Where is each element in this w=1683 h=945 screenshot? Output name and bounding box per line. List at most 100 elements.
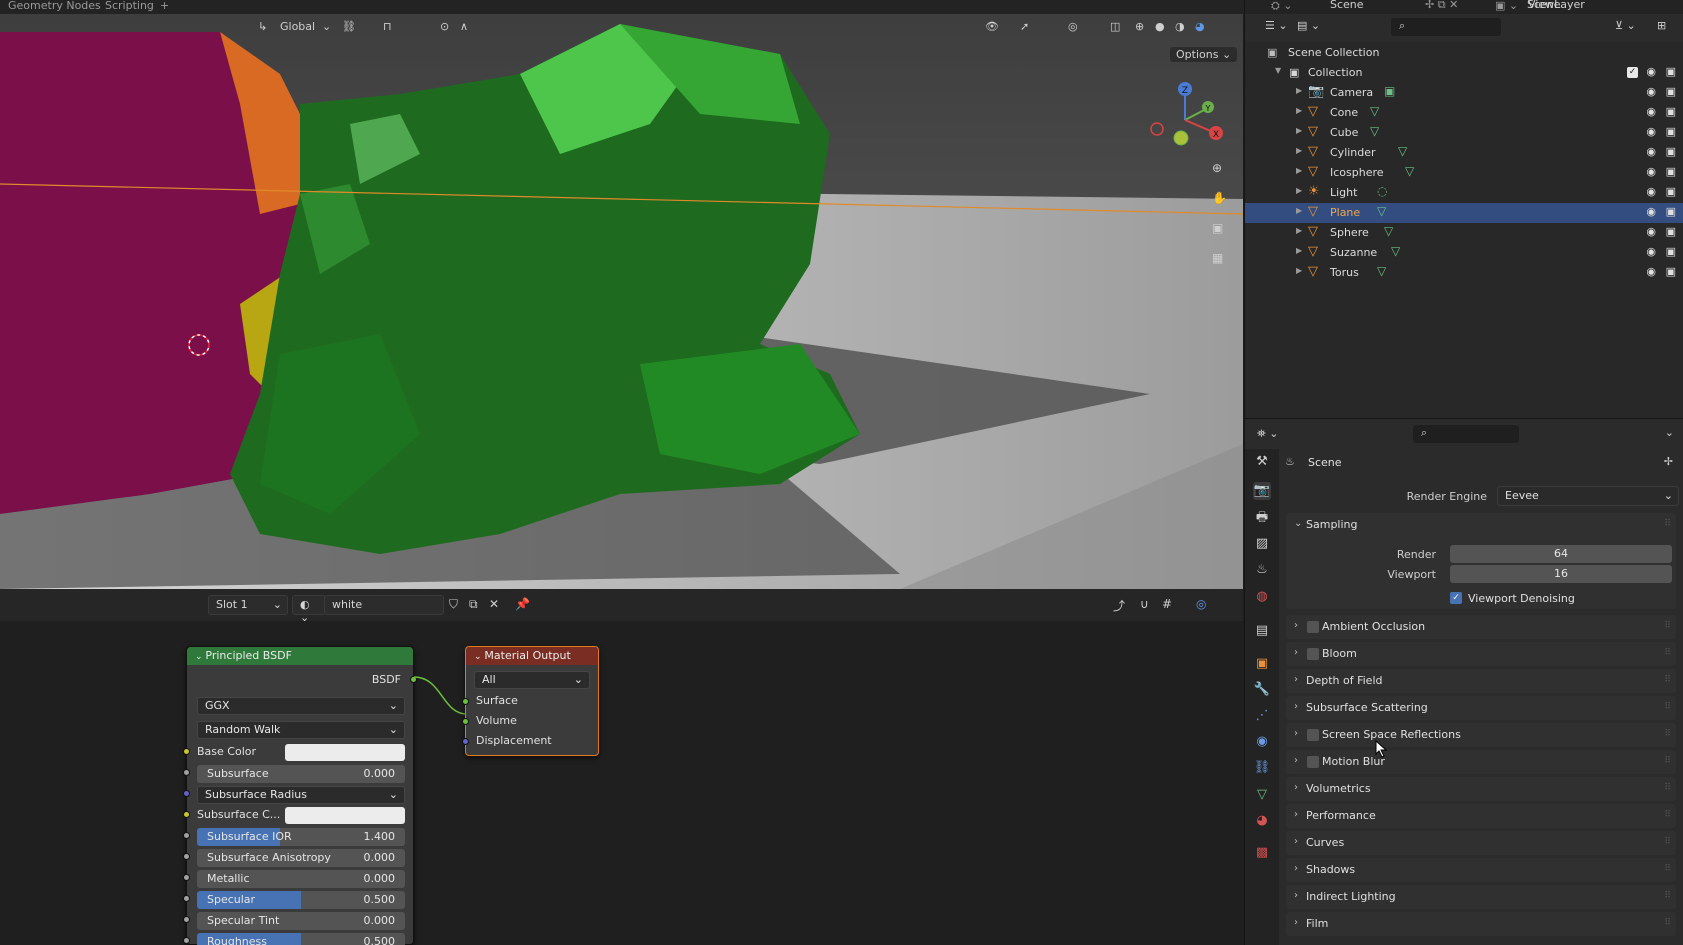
node-header[interactable]: ⌄ Principled BSDF	[187, 647, 413, 665]
proportional-edit-icon[interactable]: ⊙	[440, 20, 449, 33]
parent-node-icon[interactable]: ⤴	[1113, 597, 1125, 614]
expand-triangle-icon[interactable]: ▶	[1296, 246, 1302, 255]
falloff-icon[interactable]: ∧	[460, 20, 468, 33]
node-header[interactable]: ⌄ Material Output	[466, 647, 598, 665]
expand-triangle-icon[interactable]: ▶	[1296, 126, 1302, 135]
mesh-data-icon[interactable]: ▽	[1370, 104, 1379, 118]
collection-row[interactable]: ▼ ▣ Collection ✓ ◉ ▣	[1245, 63, 1683, 83]
chevron-right-icon[interactable]: ›	[1294, 674, 1298, 685]
navigation-gizmo[interactable]: Z Y X	[1145, 76, 1225, 156]
render-camera-icon[interactable]: ▣	[1666, 265, 1676, 278]
subsurface-socket[interactable]	[183, 769, 190, 776]
render-camera-icon[interactable]: ▣	[1666, 145, 1676, 158]
pan-hand-icon[interactable]: ✋	[1212, 191, 1227, 205]
drag-handle-icon[interactable]: ⠿	[1664, 810, 1671, 820]
modifiers-wrench-icon[interactable]: 🔧	[1253, 681, 1271, 699]
outliner-search-input[interactable]: ⌕	[1391, 18, 1501, 36]
panel-bloom[interactable]: › Bloom ⠿	[1286, 642, 1676, 666]
options-dropdown[interactable]: Options ⌄	[1170, 47, 1238, 62]
eye-icon[interactable]: ◉	[1646, 265, 1656, 278]
world-tab-icon[interactable]: ◍	[1253, 588, 1271, 606]
panel-subsurface-scattering[interactable]: › Subsurface Scattering ⠿	[1286, 696, 1676, 720]
scene-collection-row[interactable]: ▣ Scene Collection	[1245, 43, 1683, 63]
subsurface-color-swatch[interactable]	[285, 807, 405, 824]
expand-triangle-icon[interactable]: ▶	[1296, 266, 1302, 275]
chevron-right-icon[interactable]: ›	[1294, 647, 1298, 658]
properties-editor[interactable]: ⛯ ⌄ ⌕ ⌄ ⚒ 📷 🖶 ▨ ♨ ◍ ▤ ▣ 🔧 ⋰ ◉ ⛓ ▽ ◕ ▩ ♨ …	[1244, 418, 1683, 945]
roughness-field[interactable]: Roughness 0.500	[197, 933, 405, 945]
drag-handle-icon[interactable]: ⠿	[1664, 783, 1671, 793]
expand-triangle-icon[interactable]: ▼	[1275, 66, 1281, 75]
outliner-item-cylinder[interactable]: ▶ ▽ Cylinder ▽ ◉ ▣	[1245, 143, 1683, 163]
specular-socket[interactable]	[183, 895, 190, 902]
properties-search-input[interactable]: ⌕	[1413, 425, 1519, 443]
subsurface-color-socket[interactable]	[183, 811, 190, 818]
fake-user-shield-icon[interactable]: ⛉	[449, 597, 458, 612]
drag-handle-icon[interactable]: ⠿	[1664, 756, 1671, 766]
chevron-down-icon[interactable]: ⌄	[322, 20, 331, 33]
eye-icon[interactable]: ◉	[1646, 125, 1656, 138]
subsurface-radius-socket[interactable]	[183, 790, 190, 797]
render-tab-icon[interactable]: 📷	[1253, 482, 1271, 500]
camera-view-icon[interactable]: ▣	[1212, 221, 1223, 235]
chevron-right-icon[interactable]: ›	[1294, 728, 1298, 739]
eye-icon[interactable]: ◉	[1646, 205, 1656, 218]
outliner-item-plane[interactable]: ▶ ▽ Plane ▽ ◉ ▣	[1245, 203, 1683, 223]
drag-handle-icon[interactable]: ⠿	[1664, 648, 1671, 658]
mesh-data-icon[interactable]: ▽	[1377, 264, 1386, 278]
eye-icon[interactable]: ◉	[1646, 145, 1656, 158]
transform-orientation-dropdown[interactable]: Global	[280, 20, 315, 33]
subsurface-ior-socket[interactable]	[183, 832, 190, 839]
particles-icon[interactable]: ⋰	[1253, 707, 1271, 725]
subsurface-field[interactable]: Subsurface 0.000	[197, 765, 405, 783]
outliner-item-torus[interactable]: ▶ ▽ Torus ▽ ◉ ▣	[1245, 263, 1683, 283]
drag-handle-icon[interactable]: ⠿	[1664, 918, 1671, 928]
display-mode-icon[interactable]: ▤ ⌄	[1297, 19, 1320, 32]
scene-tab-icon[interactable]: ♨	[1253, 561, 1271, 579]
wireframe-shading-icon[interactable]: ⊕	[1135, 20, 1144, 33]
render-camera-icon[interactable]: ▣	[1666, 125, 1676, 138]
transform-orientation-icon[interactable]: ↳	[258, 20, 267, 33]
panel-film[interactable]: › Film ⠿	[1286, 912, 1676, 936]
snap-magnet-icon[interactable]: ∪	[1140, 597, 1149, 611]
material-slot-dropdown[interactable]: Slot 1 ⌄	[208, 595, 288, 615]
subsurface-ior-field[interactable]: Subsurface IOR 1.400	[197, 828, 405, 846]
eye-icon[interactable]: ◉	[1646, 65, 1656, 78]
render-samples-field[interactable]: 64	[1450, 545, 1672, 563]
base-color-socket[interactable]	[183, 748, 190, 755]
panel-enable-checkbox[interactable]	[1307, 756, 1319, 768]
material-output-node[interactable]: ⌄ Material Output All ⌄ Surface Volume Di…	[462, 646, 599, 756]
drag-handle-icon[interactable]: ⠿	[1664, 702, 1671, 712]
drag-handle-icon[interactable]: ⠿	[1664, 621, 1671, 631]
surface-input-socket[interactable]	[462, 698, 469, 705]
snap-icon[interactable]: ⊓	[383, 20, 392, 33]
chevron-right-icon[interactable]: ›	[1294, 809, 1298, 820]
expand-triangle-icon[interactable]: ▶	[1296, 166, 1302, 175]
panel-screen-space-reflections[interactable]: › Screen Space Reflections ⠿	[1286, 723, 1676, 747]
outliner-item-sphere[interactable]: ▶ ▽ Sphere ▽ ◉ ▣	[1245, 223, 1683, 243]
mesh-data-icon[interactable]: ▽	[1377, 204, 1386, 218]
render-camera-icon[interactable]: ▣	[1666, 245, 1676, 258]
physics-icon[interactable]: ◉	[1253, 733, 1271, 751]
material-tab-icon[interactable]: ◕	[1253, 812, 1271, 830]
drag-handle-icon[interactable]: ⠿	[1664, 675, 1671, 685]
eye-icon[interactable]: ◉	[1646, 165, 1656, 178]
material-name-field[interactable]: white	[324, 595, 444, 615]
distribution-dropdown[interactable]: GGX ⌄	[197, 697, 405, 715]
expand-triangle-icon[interactable]: ▶	[1296, 146, 1302, 155]
render-camera-icon[interactable]: ▣	[1666, 205, 1676, 218]
tab-scripting[interactable]: Scripting	[105, 0, 154, 12]
drag-handle-icon[interactable]: ⠿	[1664, 864, 1671, 874]
outliner-item-cube[interactable]: ▶ ▽ Cube ▽ ◉ ▣	[1245, 123, 1683, 143]
expand-triangle-icon[interactable]: ▶	[1296, 186, 1302, 195]
camera-data-icon[interactable]: ▣	[1384, 84, 1395, 98]
render-engine-dropdown[interactable]: Eevee ⌄	[1497, 486, 1679, 506]
chevron-down-icon[interactable]: ⌄	[1294, 518, 1302, 529]
subsurface-radius-dropdown[interactable]: Subsurface Radius ⌄	[197, 786, 405, 804]
panel-depth-of-field[interactable]: › Depth of Field ⠿	[1286, 669, 1676, 693]
expand-triangle-icon[interactable]: ▶	[1296, 86, 1302, 95]
3d-viewport[interactable]: Z Y X ⊕ ✋ ▣ ▦	[0, 14, 1243, 589]
duplicate-material-icon[interactable]: ⧉	[469, 597, 478, 612]
outliner[interactable]: ⛭ ⌄ Scene ✢ ⧉ ✕ ▣ ⌄ Scene ViewLayer ☰ ⌄ …	[1244, 0, 1683, 418]
eye-icon[interactable]: ◉	[1646, 105, 1656, 118]
